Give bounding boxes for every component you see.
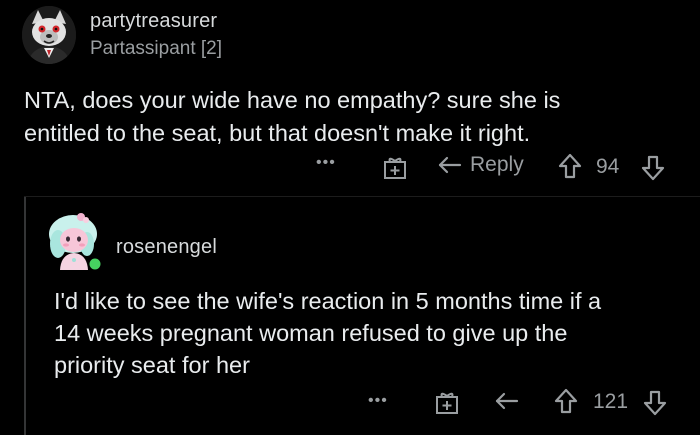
downvote-arrow-icon (643, 390, 667, 416)
thread-line[interactable] (24, 196, 26, 435)
upvote-arrow-icon (558, 153, 582, 179)
more-options-button[interactable]: ••• (368, 392, 388, 410)
comment-body-line: entitled to the seat, but that doesn't m… (24, 120, 531, 146)
reply-button[interactable] (494, 389, 520, 413)
comment-username[interactable]: rosenengel (116, 236, 217, 259)
vote-score: 121 (593, 390, 629, 413)
comment-body-line: priority seat for her (54, 352, 250, 378)
downvote-button[interactable] (640, 154, 666, 182)
user-avatar[interactable] (44, 208, 102, 270)
comment-body-line: I'd like to see the wife's reaction in 5… (54, 288, 602, 314)
vote-score: 94 (596, 155, 620, 178)
user-flair: Partassipant [2] (90, 38, 223, 59)
gift-icon (436, 392, 458, 414)
upvote-button[interactable] (557, 152, 583, 180)
upvote-arrow-icon (554, 388, 578, 414)
snoo-avatar-icon (49, 213, 102, 270)
gift-icon (384, 157, 406, 179)
reply-button[interactable]: Reply (437, 153, 524, 177)
reply-arrow-icon (438, 156, 462, 174)
user-avatar[interactable] (22, 6, 76, 64)
wolf-avatar-icon (22, 6, 76, 64)
award-button[interactable] (382, 154, 408, 180)
upvote-button[interactable] (553, 387, 579, 415)
comment-username[interactable]: partytreasurer (90, 10, 217, 33)
divider (24, 196, 700, 197)
award-button[interactable] (434, 389, 460, 415)
downvote-button[interactable] (642, 389, 668, 417)
reply-arrow-icon (495, 392, 519, 410)
more-options-button[interactable]: ••• (316, 154, 336, 172)
comment-body-line: NTA, does your wide have no empathy? sur… (24, 87, 561, 113)
comment-body-line: 14 weeks pregnant woman refused to give … (54, 320, 568, 346)
downvote-arrow-icon (641, 155, 665, 181)
reply-label: Reply (470, 153, 524, 176)
